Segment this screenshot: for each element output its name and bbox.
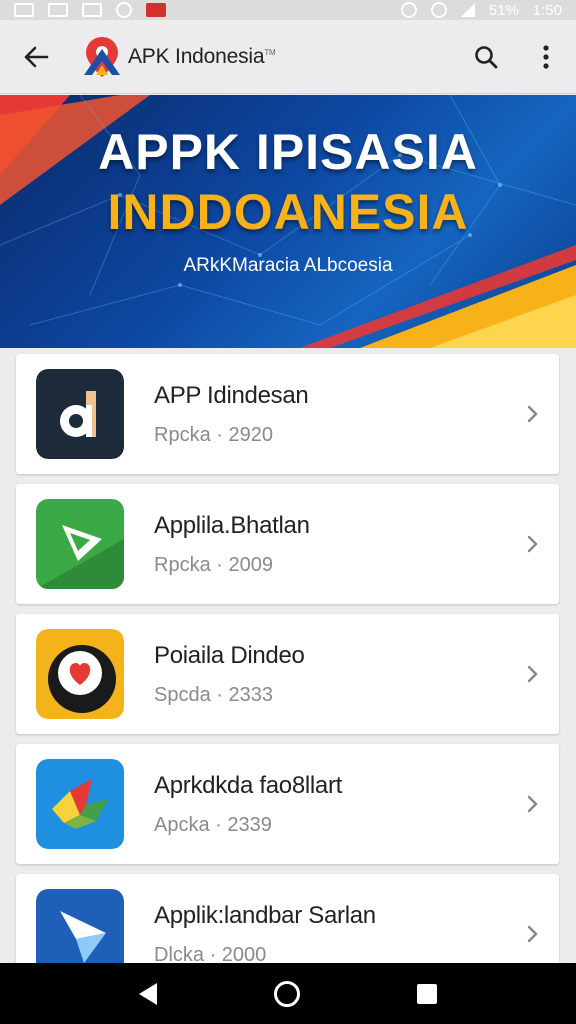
list-item[interactable]: Aprkdkda fao8llart Apcka · 2339 <box>16 744 559 864</box>
battery-level: 51% <box>488 1 519 19</box>
app-meta: Rpcka · 2920 <box>154 423 273 446</box>
nav-back-icon[interactable] <box>138 982 157 1005</box>
app-name: Applik:landbar Sarlan <box>154 901 376 929</box>
back-button[interactable] <box>0 20 72 94</box>
back-arrow-icon <box>24 46 49 67</box>
chevron-right-icon <box>527 405 538 423</box>
chevron-right-icon <box>527 925 538 943</box>
notification-sync-icon <box>116 2 132 18</box>
list-item[interactable]: Applila.Bhatlan Rpcka · 2009 <box>16 484 559 604</box>
notification-image-icon <box>14 3 34 17</box>
app-meta: Apcka · 2339 <box>154 813 272 836</box>
yellow-heart-logo-icon <box>36 629 124 719</box>
app-name: Poiaila Dindeo <box>154 641 305 669</box>
banner-subtitle: ARkKMaracia ALbcoesia <box>183 255 393 276</box>
app-name: Applila.Bhatlan <box>154 511 310 539</box>
app-icon <box>36 759 124 849</box>
more-options-button[interactable] <box>516 20 576 94</box>
app-name: Aprkdkda fao8llart <box>154 771 343 799</box>
app-icon <box>36 629 124 719</box>
notification-app-icon <box>146 3 166 17</box>
chevron-right-icon <box>527 795 538 813</box>
signal-icon <box>460 3 475 17</box>
nav-home-icon[interactable] <box>273 980 300 1007</box>
more-vert-icon <box>543 44 549 69</box>
chevron-right-icon <box>527 665 538 683</box>
system-nav-bar <box>0 963 576 1024</box>
banner-title: APPK IPISASIA <box>98 124 478 180</box>
chevron-right-icon <box>527 535 538 553</box>
app-icon <box>36 369 124 459</box>
promo-banner[interactable]: APPK IPISASIA INDDOANESIA ARkKMaracia AL… <box>0 95 576 348</box>
app-name: APP Idindesan <box>154 381 309 409</box>
notification-photo-icon <box>82 3 102 17</box>
nav-recents-icon[interactable] <box>417 983 438 1004</box>
wifi-icon <box>430 2 447 18</box>
search-button[interactable] <box>456 20 516 94</box>
search-icon <box>475 45 498 68</box>
app-meta: Rpcka · 2009 <box>154 553 273 576</box>
notification-tool-icon <box>48 3 68 17</box>
app-title: APK IndonesiaTM <box>128 44 276 68</box>
app-meta: Spcda · 2333 <box>154 683 273 706</box>
vibrate-icon <box>400 2 417 18</box>
app-list: APP Idindesan Rpcka · 2920 Applila.Bhatl… <box>16 354 559 1004</box>
app-bar: APK IndonesiaTM <box>0 20 576 94</box>
list-item[interactable]: Poiaila Dindeo Spcda · 2333 <box>16 614 559 734</box>
dark-d-logo-icon <box>36 369 124 459</box>
clock: 1:50 <box>532 1 562 19</box>
blue-colorful-logo-icon <box>36 759 124 849</box>
apk-indonesia-logo-icon <box>84 36 120 77</box>
trademark-mark: TM <box>264 47 276 57</box>
banner-title-highlight: INDDOANESIA <box>107 184 469 240</box>
list-item[interactable]: APP Idindesan Rpcka · 2920 <box>16 354 559 474</box>
green-play-logo-icon <box>36 499 124 589</box>
app-icon <box>36 499 124 589</box>
status-bar: 51% 1:50 <box>0 0 576 20</box>
